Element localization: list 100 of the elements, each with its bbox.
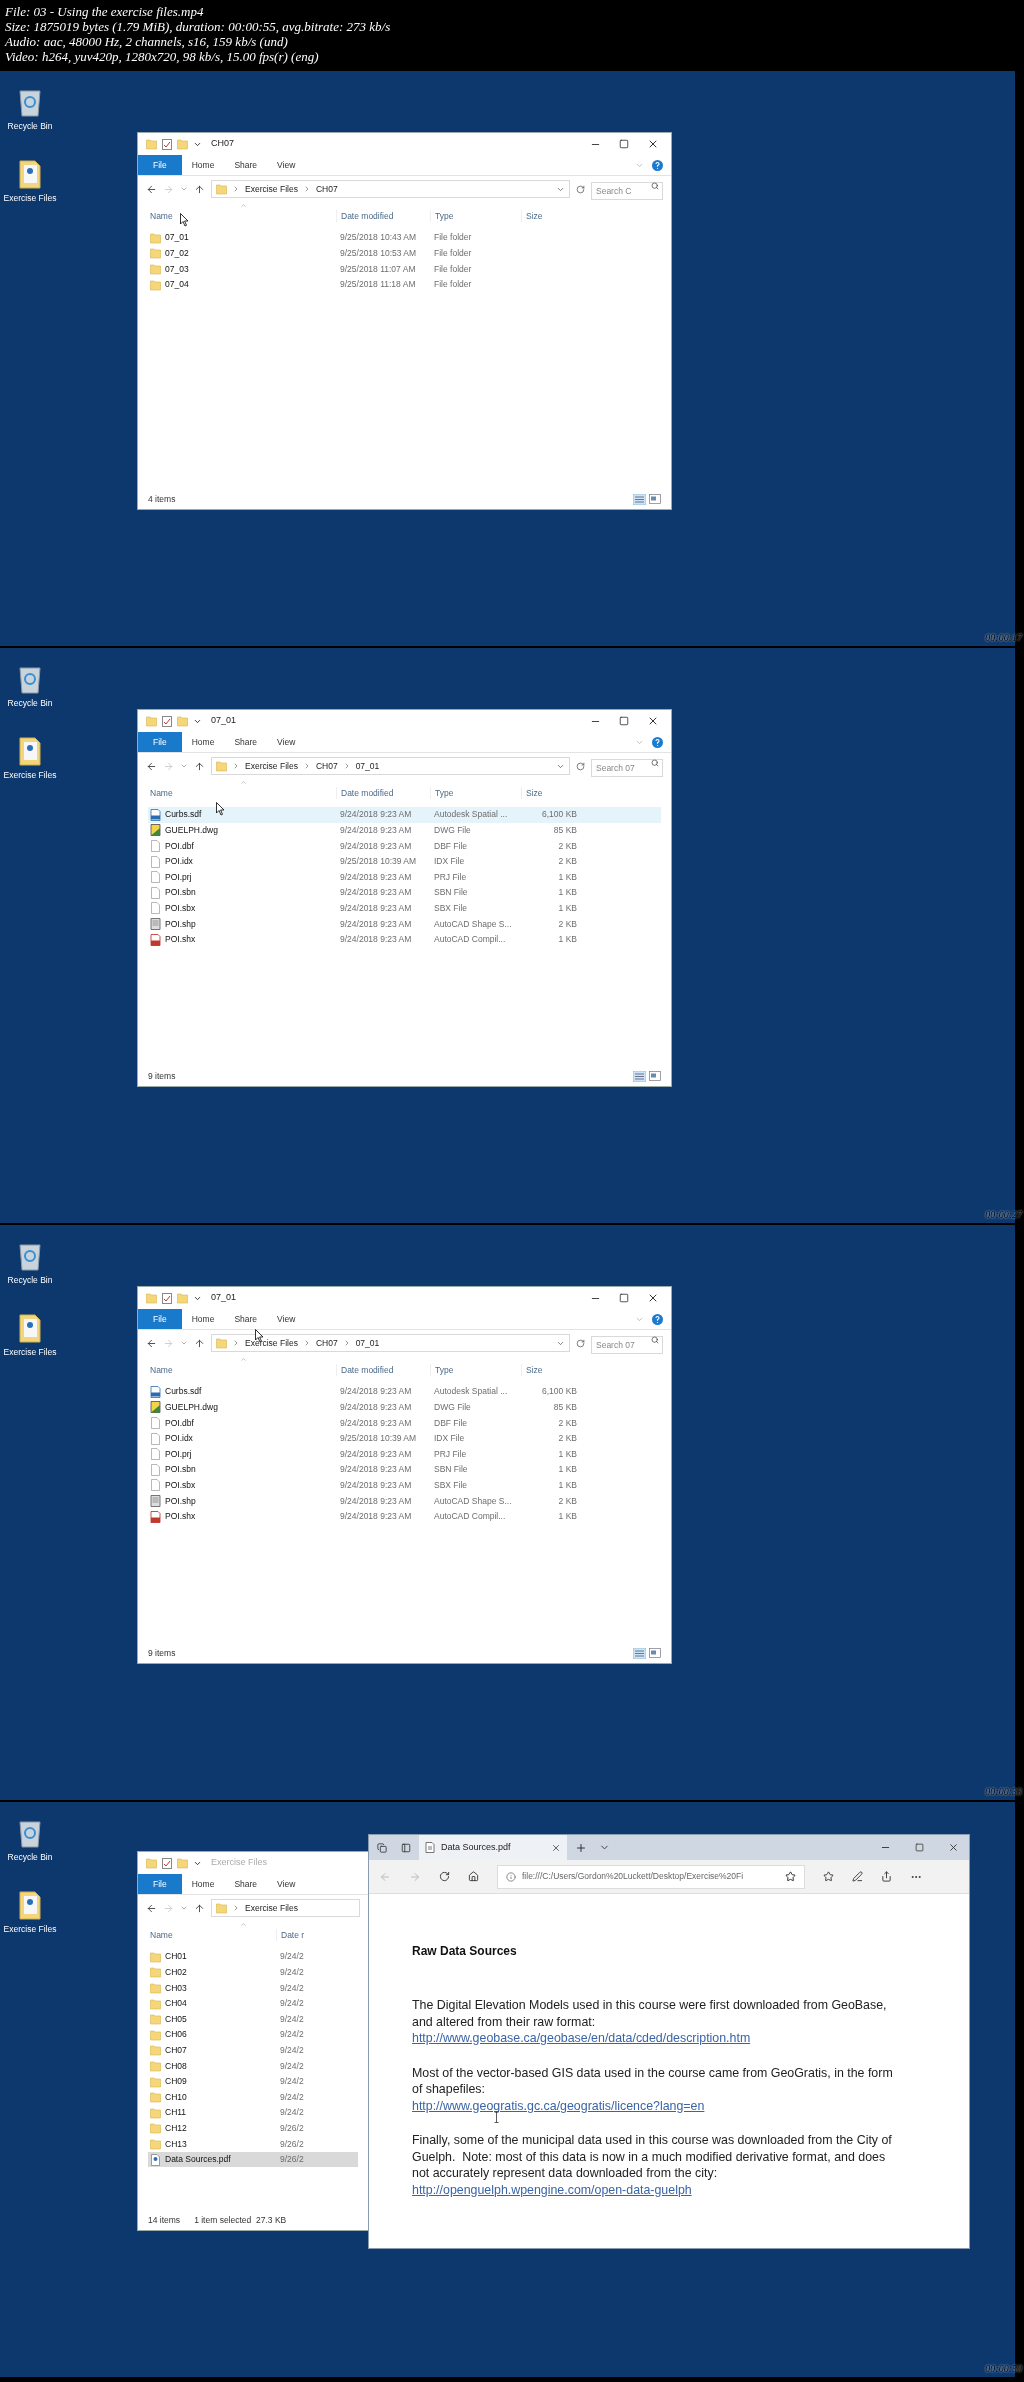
column-header[interactable]: Size xyxy=(521,209,579,223)
ribbon-tab[interactable]: Share xyxy=(224,1309,268,1329)
column-header[interactable]: Type xyxy=(430,209,521,223)
file-row[interactable]: GUELPH.dwg 9/24/2018 9:23 AM DWG File 85 KB xyxy=(148,1399,661,1416)
file-row[interactable]: POI.idx 9/25/2018 10:39 AM IDX File 2 KB xyxy=(148,1430,661,1447)
ribbon-tab[interactable]: Share xyxy=(224,732,268,752)
file-type: AutoCAD Shape S... xyxy=(433,1494,513,1508)
file-size: 1 KB xyxy=(557,1463,578,1477)
column-header[interactable]: Size xyxy=(521,786,579,800)
column-header[interactable]: Name xyxy=(148,209,336,223)
address-bar[interactable]: Exercise Files CH07 07_01 xyxy=(211,757,570,775)
ribbon-tab[interactable]: Home xyxy=(181,155,225,175)
file-row[interactable]: CH03 9/24/2 xyxy=(148,1980,358,1996)
column-header[interactable]: Size xyxy=(521,1363,579,1377)
file-row[interactable]: POI.prj 9/24/2018 9:23 AM PRJ File 1 KB xyxy=(148,869,661,885)
file-row[interactable]: POI.sbn 9/24/2018 9:23 AM SBN File 1 KB xyxy=(148,1461,661,1478)
file-row[interactable]: POI.sbx 9/24/2018 9:23 AM SBX File 1 KB xyxy=(148,1477,661,1494)
file-row[interactable]: CH06 9/24/2 xyxy=(148,2026,358,2043)
file-row[interactable]: POI.idx 9/25/2018 10:39 AM IDX File 2 KB xyxy=(148,853,661,870)
file-row[interactable]: Data Sources.pdf 9/26/2 xyxy=(148,2151,358,2168)
ribbon-tab[interactable]: View xyxy=(267,155,306,175)
link[interactable]: http://openguelph.wpengine.com/open-data-guelph xyxy=(412,2181,692,2198)
file-type: PRJ File xyxy=(433,1447,468,1461)
link[interactable]: http://www.geobase.ca/geobase/en/data/cded/description.htm xyxy=(412,2030,751,2047)
breadcrumb-item[interactable]: 07_01 xyxy=(355,1336,380,1350)
file-name: CH12 xyxy=(165,2121,187,2135)
file-type: DBF File xyxy=(433,839,469,853)
file-row[interactable]: CH07 9/24/2 xyxy=(148,2042,358,2059)
column-header[interactable]: Name xyxy=(148,1928,276,1942)
file-row[interactable]: CH08 9/24/2 xyxy=(148,2058,358,2074)
ribbon-tab[interactable]: View xyxy=(267,1874,306,1894)
date-modified: 9/26/2 xyxy=(279,2137,305,2151)
file-row[interactable]: POI.prj 9/24/2018 9:23 AM PRJ File 1 KB xyxy=(148,1446,661,1462)
search-field[interactable]: Search 07 xyxy=(591,759,663,777)
breadcrumb-item[interactable]: CH07 xyxy=(315,182,338,196)
address-bar[interactable]: Exercise Files CH07 07_01 xyxy=(211,1334,570,1352)
ribbon-tab[interactable]: Home xyxy=(181,1309,225,1329)
breadcrumb-item[interactable]: Exercise Files xyxy=(245,1336,298,1350)
column-header[interactable]: Date modified xyxy=(336,1363,430,1377)
file-row[interactable]: POI.dbf 9/24/2018 9:23 AM DBF File 2 KB xyxy=(148,838,661,854)
file-row[interactable]: 07_01 9/25/2018 10:43 AM File folder xyxy=(148,230,661,246)
address-field[interactable]: file:///C:/Users/Gordon%20Luckett/Desktop/Exercise%20Fi xyxy=(497,1864,805,1889)
file-row[interactable]: POI.shp 9/24/2018 9:23 AM AutoCAD Shape S... 2 KB xyxy=(148,916,661,932)
column-header[interactable]: Date modified xyxy=(336,786,430,800)
date-modified: 9/24/2018 9:23 AM xyxy=(339,1479,413,1492)
date-modified: 9/24/2018 9:23 AM xyxy=(339,824,413,837)
breadcrumb-item[interactable]: 07_01 xyxy=(355,759,380,773)
link[interactable]: http://www.geogratis.gc.ca/geogratis/licence?lang=en xyxy=(412,2097,705,2114)
search-field[interactable]: Search 07 xyxy=(591,1336,663,1354)
file-tab[interactable]: File xyxy=(138,155,182,175)
file-row[interactable]: CH01 9/24/2 xyxy=(148,1949,358,1965)
file-row[interactable]: CH05 9/24/2 xyxy=(148,2011,358,2027)
column-header[interactable]: Date modified xyxy=(336,209,430,223)
file-row[interactable]: POI.sbx 9/24/2018 9:23 AM SBX File 1 KB xyxy=(148,900,661,917)
ribbon-tab[interactable]: Share xyxy=(224,155,268,175)
file-row[interactable]: POI.shx 9/24/2018 9:23 AM AutoCAD Compil... 1 KB xyxy=(148,931,661,948)
file-row[interactable]: 07_03 9/25/2018 11:07 AM File folder xyxy=(148,261,661,277)
ribbon-tab[interactable]: View xyxy=(267,1309,306,1329)
ribbon-tab[interactable]: View xyxy=(267,732,306,752)
file-tab[interactable]: File xyxy=(138,1874,182,1894)
file-row[interactable]: CH09 9/24/2 xyxy=(148,2073,358,2090)
address-bar[interactable]: Exercise Files CH07 xyxy=(211,180,570,198)
ribbon-tab[interactable]: Home xyxy=(181,732,225,752)
file-row[interactable]: CH12 9/26/2 xyxy=(148,2120,358,2137)
file-row[interactable]: POI.dbf 9/24/2018 9:23 AM DBF File 2 KB xyxy=(148,1415,661,1431)
window-title: 07_01 xyxy=(211,714,237,728)
file-row[interactable]: POI.sbn 9/24/2018 9:23 AM SBN File 1 KB xyxy=(148,884,661,901)
file-row[interactable]: GUELPH.dwg 9/24/2018 9:23 AM DWG File 85 KB xyxy=(148,822,661,839)
breadcrumb-item[interactable]: CH07 xyxy=(315,1336,338,1350)
file-row[interactable]: CH13 9/26/2 xyxy=(148,2136,358,2152)
breadcrumb-item[interactable]: CH07 xyxy=(315,759,338,773)
column-header[interactable]: Type xyxy=(430,786,521,800)
file-row[interactable]: POI.shx 9/24/2018 9:23 AM AutoCAD Compil... 1 KB xyxy=(148,1508,661,1525)
file-row[interactable]: Curbs.sdf 9/24/2018 9:23 AM Autodesk Spatial ... 6,100 KB xyxy=(148,807,661,823)
file-row[interactable]: POI.shp 9/24/2018 9:23 AM AutoCAD Shape S... 2 KB xyxy=(148,1493,661,1509)
date-modified: 9/24/2018 9:23 AM xyxy=(339,1416,413,1430)
file-name: POI.shx xyxy=(165,933,196,946)
file-row[interactable]: CH10 9/24/2 xyxy=(148,2089,358,2105)
column-header[interactable]: Type xyxy=(430,1363,521,1377)
column-header[interactable]: Date r xyxy=(276,1928,336,1942)
file-row[interactable]: Curbs.sdf 9/24/2018 9:23 AM Autodesk Spatial ... 6,100 KB xyxy=(148,1384,661,1400)
column-header[interactable]: Name xyxy=(148,1363,336,1377)
breadcrumb-item[interactable]: Exercise Files xyxy=(245,182,298,196)
file-row[interactable]: CH02 9/24/2 xyxy=(148,1964,358,1981)
file-row[interactable]: CH04 9/24/2 xyxy=(148,1995,358,2012)
breadcrumb-item[interactable]: Exercise Files xyxy=(245,759,298,773)
file-tab[interactable]: File xyxy=(138,732,182,752)
address-bar[interactable]: Exercise Files xyxy=(211,1899,360,1917)
file-tab[interactable]: File xyxy=(138,1309,182,1329)
file-row[interactable]: 07_04 9/25/2018 11:18 AM File folder xyxy=(148,276,661,293)
file-row[interactable]: 07_02 9/25/2018 10:53 AM File folder xyxy=(148,245,661,262)
ribbon-tab[interactable]: Share xyxy=(224,1874,268,1894)
column-header[interactable]: Name xyxy=(148,786,336,800)
ribbon-tab[interactable]: Home xyxy=(181,1874,225,1894)
url-text: file:///C:/Users/Gordon%20Luckett/Desktop/Exercise%20Fi xyxy=(522,1870,744,1883)
search-field[interactable]: Search C xyxy=(591,182,663,200)
file-row[interactable]: CH11 9/24/2 xyxy=(148,2104,358,2121)
browser-tab[interactable]: Data Sources.pdf xyxy=(419,1835,567,1860)
item-count: 9 items xyxy=(148,1646,176,1660)
breadcrumb-item[interactable]: Exercise Files xyxy=(245,1901,298,1915)
